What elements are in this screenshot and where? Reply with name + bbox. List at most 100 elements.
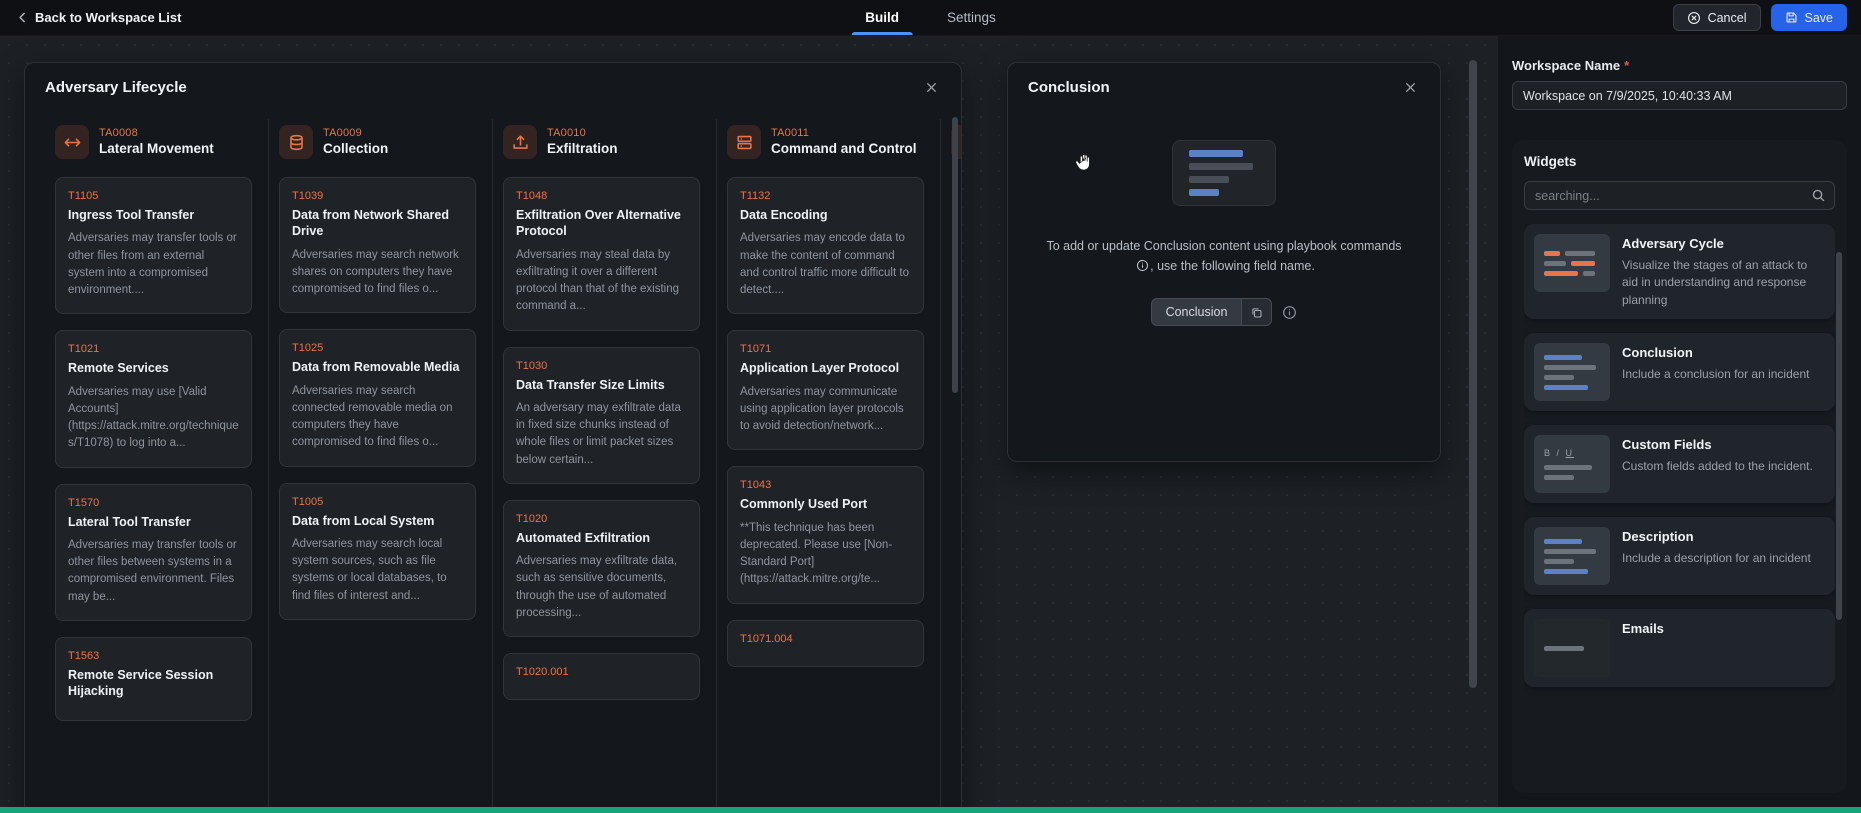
technique-name: Application Layer Protocol xyxy=(740,361,900,376)
canvas-scrollbar[interactable] xyxy=(1469,60,1477,688)
technique-id: T1020 xyxy=(516,512,548,525)
field-name-info-icon[interactable] xyxy=(1282,305,1297,320)
field-name-chip: Conclusion xyxy=(1150,298,1273,326)
technique-card[interactable]: T1563 Remote Service Session Hijacking xyxy=(55,636,252,722)
technique-description: Adversaries may transfer tools or other … xyxy=(68,538,237,603)
technique-id: T1025 xyxy=(292,342,324,355)
widget-title: Description xyxy=(1622,529,1694,545)
technique-list: T1132 Data Encoding Adversaries may enco… xyxy=(727,177,924,667)
save-icon xyxy=(1785,11,1798,24)
chevron-left-icon xyxy=(16,11,29,24)
topbar-tabs: Build Settings xyxy=(851,0,996,35)
technique-id: T1132 xyxy=(740,190,771,202)
conclusion-title: Conclusion xyxy=(1028,79,1110,96)
widget-thumbnail: B / U xyxy=(1534,435,1610,494)
technique-description: An adversary may exfiltrate data in fixe… xyxy=(516,401,681,466)
technique-card[interactable]: T1025 Data from Removable Media Adversar… xyxy=(279,329,476,467)
technique-id: T1563 xyxy=(68,649,100,662)
technique-card[interactable]: T1021 Remote Services Adversaries may us… xyxy=(55,330,252,468)
field-name-row: Conclusion xyxy=(1150,298,1298,326)
widget-search xyxy=(1524,181,1835,210)
tactic-column: TA0011 Command and Control T1132 Data En… xyxy=(717,119,941,807)
technique-name: Remote Service Session Hijacking xyxy=(68,667,214,698)
copy-field-name-button[interactable] xyxy=(1241,298,1273,326)
widget-thumbnail xyxy=(1534,234,1610,292)
tactic-column xyxy=(941,119,961,807)
technique-description: Adversaries may use [Valid Accounts] (ht… xyxy=(68,385,239,450)
bottom-accent-bar xyxy=(0,807,1861,813)
technique-description: **This technique has been deprecated. Pl… xyxy=(740,521,893,586)
technique-id: T1020.001 xyxy=(516,666,569,678)
technique-name: Ingress Tool Transfer xyxy=(68,208,195,222)
technique-description: Adversaries may communicate using applic… xyxy=(740,385,904,433)
lifecycle-scrollbar[interactable] xyxy=(952,117,958,393)
technique-name: Lateral Tool Transfer xyxy=(68,514,191,529)
widget-list-item[interactable]: Adversary Cycle Visualize the stages of … xyxy=(1524,224,1835,320)
widget-list-item[interactable]: Emails xyxy=(1524,609,1835,688)
lateral-movement-icon xyxy=(55,125,89,159)
technique-card[interactable]: T1005 Data from Local System Adversaries… xyxy=(279,482,476,620)
command-and-control-icon xyxy=(727,125,761,159)
technique-id: T1071.004 xyxy=(740,632,793,645)
tactic-column: TA0008 Lateral Movement T1105 Ingress To… xyxy=(45,119,269,807)
save-button-label: Save xyxy=(1804,10,1834,25)
technique-card[interactable]: T1071 Application Layer Protocol Adversa… xyxy=(727,330,924,451)
conclusion-hint: To add or update Conclusion content usin… xyxy=(1046,239,1402,273)
widget-description: Visualize the stages of an attack to aid… xyxy=(1622,258,1808,307)
widgets-title: Widgets xyxy=(1524,154,1577,169)
tactic-id: TA0010 xyxy=(547,126,586,139)
tactic-header: TA0010 Exfiltration xyxy=(503,125,700,159)
info-icon xyxy=(1136,259,1149,272)
widget-list-scrollbar[interactable] xyxy=(1836,252,1842,620)
technique-id: T1021 xyxy=(68,343,100,356)
technique-card[interactable]: T1020.001 xyxy=(503,653,700,700)
technique-id: T1039 xyxy=(292,190,324,202)
technique-name: Data Encoding xyxy=(740,208,828,222)
technique-card[interactable]: T1020 Automated Exfiltration Adversaries… xyxy=(503,499,700,637)
close-lifecycle-button[interactable] xyxy=(922,78,941,97)
technique-card[interactable]: T1071.004 xyxy=(727,619,924,667)
widget-thumbnail xyxy=(1534,619,1610,678)
tactic-name: Exfiltration xyxy=(547,140,618,156)
technique-card[interactable]: T1570 Lateral Tool Transfer Adversaries … xyxy=(55,483,252,621)
technique-id: T1005 xyxy=(292,495,324,508)
conclusion-widget[interactable]: Conclusion To add or update Conclusion c… xyxy=(1007,62,1441,462)
technique-description: Adversaries may encode data to make the … xyxy=(740,232,909,296)
technique-name: Data from Network Shared Drive xyxy=(292,208,449,239)
technique-name: Data from Removable Media xyxy=(292,360,460,375)
tab-build-label: Build xyxy=(865,10,899,25)
required-marker: * xyxy=(1624,58,1630,73)
technique-description: Adversaries may search network shares on… xyxy=(292,248,459,296)
technique-card[interactable]: T1039 Data from Network Shared Drive Adv… xyxy=(279,177,476,314)
topbar: Back to Workspace List Build Settings Ca… xyxy=(0,0,1861,36)
technique-card[interactable]: T1048 Exfiltration Over Alternative Prot… xyxy=(503,177,700,331)
widget-list-item[interactable]: Conclusion Include a conclusion for an i… xyxy=(1524,333,1835,412)
technique-id: T1043 xyxy=(740,479,772,492)
tactic-id: TA0009 xyxy=(323,126,362,139)
close-conclusion-button[interactable] xyxy=(1401,78,1420,97)
widget-search-input[interactable] xyxy=(1524,181,1835,210)
adversary-lifecycle-widget[interactable]: Adversary Lifecycle TA0008 Lateral Movem… xyxy=(24,62,962,807)
technique-name: Data Transfer Size Limits xyxy=(516,377,665,392)
technique-description: Adversaries may search local system sour… xyxy=(292,537,447,602)
field-name-label: Conclusion xyxy=(1150,298,1242,326)
widget-list-item[interactable]: Description Include a description for an… xyxy=(1524,517,1835,596)
technique-id: T1570 xyxy=(68,496,100,509)
technique-description: Adversaries may search connected removab… xyxy=(292,384,453,449)
tab-settings[interactable]: Settings xyxy=(947,0,996,35)
technique-card[interactable]: T1105 Ingress Tool Transfer Adversaries … xyxy=(55,177,252,315)
technique-id: T1071 xyxy=(740,343,772,356)
tab-build[interactable]: Build xyxy=(851,0,913,35)
workspace-canvas[interactable]: Adversary Lifecycle TA0008 Lateral Movem… xyxy=(0,36,1498,807)
technique-card[interactable]: T1132 Data Encoding Adversaries may enco… xyxy=(727,177,924,315)
technique-card[interactable]: T1030 Data Transfer Size Limits An adver… xyxy=(503,346,700,484)
tactic-header: TA0008 Lateral Movement xyxy=(55,125,252,159)
widget-list-item[interactable]: B / U Custom Fields Custom fields added … xyxy=(1524,425,1835,504)
widget-thumbnail xyxy=(1534,527,1610,586)
workspace-name-input[interactable] xyxy=(1512,81,1847,110)
back-link[interactable]: Back to Workspace List xyxy=(0,0,197,35)
technique-name: Remote Services xyxy=(68,361,169,376)
cancel-button[interactable]: Cancel xyxy=(1672,4,1761,31)
technique-card[interactable]: T1043 Commonly Used Port **This techniqu… xyxy=(727,466,924,604)
save-button[interactable]: Save xyxy=(1770,4,1847,31)
